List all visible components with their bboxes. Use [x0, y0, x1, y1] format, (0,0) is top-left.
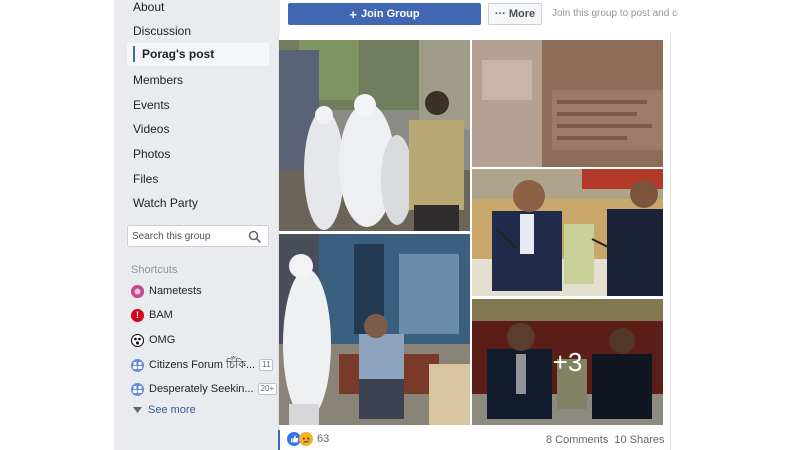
sidebar-item-photos[interactable]: Photos [133, 147, 170, 161]
sad-reaction-icon [299, 432, 313, 446]
comments-count-link[interactable]: 8 Comments [546, 434, 608, 446]
bam-icon: ! [131, 308, 144, 322]
reaction-count: 63 [317, 433, 330, 445]
notification-badge: 20+ [257, 383, 278, 395]
shortcut-desperately-seeking[interactable]: Desperately Seekin... 20+ [131, 381, 278, 397]
see-more-label: See more [148, 404, 196, 416]
join-group-label: Join Group [360, 8, 420, 20]
sidebar-item-label: Porag's post [142, 47, 215, 61]
more-button[interactable]: ··· More [488, 3, 542, 25]
post-photo-1[interactable] [279, 40, 470, 231]
nametests-icon [131, 284, 144, 298]
join-group-button[interactable]: + Join Group [288, 3, 481, 25]
sidebar-item-watch-party[interactable]: Watch Party [133, 196, 198, 210]
shortcut-label: Citizens Forum চিঁকি... [149, 358, 256, 371]
more-dots-icon: ··· [494, 8, 506, 20]
group-icon [131, 382, 144, 396]
shortcuts-heading: Shortcuts [131, 264, 178, 276]
sidebar-item-events[interactable]: Events [133, 98, 170, 112]
sidebar-item-discussion[interactable]: Discussion [133, 24, 191, 38]
sidebar-item-porags-post[interactable]: Porag's post [127, 43, 269, 66]
omg-icon [131, 333, 144, 347]
shortcut-omg[interactable]: OMG [131, 332, 175, 348]
search-icon[interactable] [248, 230, 262, 244]
sidebar-item-videos[interactable]: Videos [133, 122, 169, 136]
shortcut-nametests[interactable]: Nametests [131, 283, 202, 299]
reactions-summary[interactable]: 63 [287, 432, 329, 446]
group-icon [131, 358, 144, 372]
post-photo-3[interactable] [279, 234, 470, 425]
active-indicator [133, 46, 135, 62]
shortcut-label: Desperately Seekin... [149, 383, 254, 395]
shortcut-citizens-forum[interactable]: Citizens Forum চিঁকি... 11 [131, 357, 274, 373]
shares-count-link[interactable]: 10 Shares [614, 434, 664, 446]
more-label: More [508, 8, 536, 20]
notification-badge: 11 [259, 359, 274, 371]
join-hint-text: Join this group to post and com [552, 8, 678, 19]
sidebar-item-members[interactable]: Members [133, 73, 183, 87]
post-photo-4[interactable] [472, 169, 663, 296]
sidebar-item-files[interactable]: Files [133, 172, 158, 186]
shortcut-label: OMG [149, 334, 176, 346]
see-more-link[interactable]: See more [133, 404, 196, 416]
more-photos-overlay[interactable]: +3 [472, 299, 663, 425]
plus-icon: + [349, 6, 357, 22]
post-photo-2[interactable] [472, 40, 663, 167]
sidebar-item-about[interactable]: About [133, 0, 164, 14]
shortcut-bam[interactable]: ! BAM [131, 307, 173, 323]
shortcut-label: Nametests [149, 285, 202, 297]
chevron-down-icon [133, 407, 142, 413]
group-search-box [127, 225, 269, 247]
search-input[interactable] [132, 229, 248, 243]
shortcut-label: BAM [149, 309, 173, 321]
post-stats: 8 Comments 10 Shares [546, 434, 665, 446]
active-indicator [278, 430, 280, 450]
